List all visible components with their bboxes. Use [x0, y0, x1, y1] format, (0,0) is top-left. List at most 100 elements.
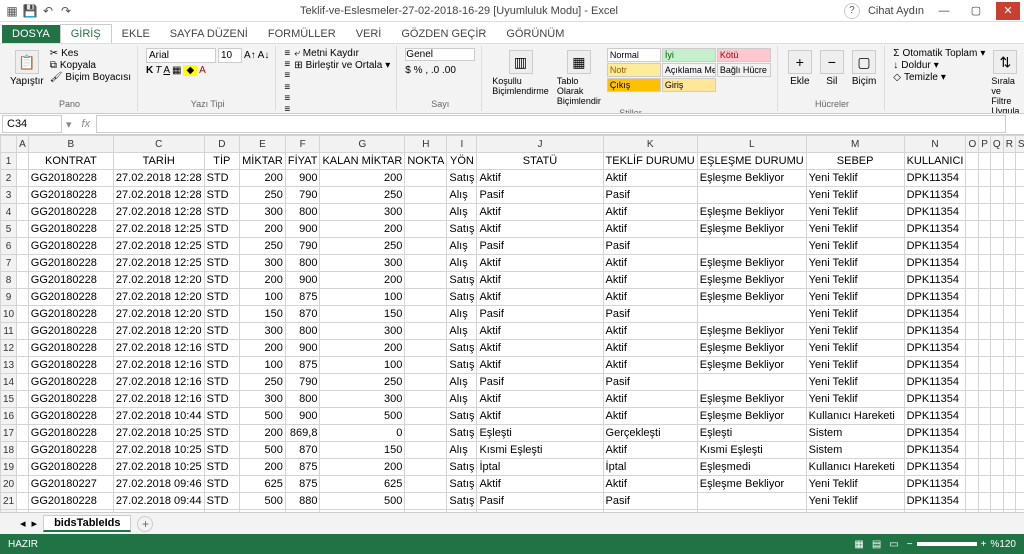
style-explan[interactable]: Açıklama Me... — [662, 63, 716, 77]
cell[interactable]: DPK11354 — [904, 476, 966, 493]
increase-font-icon[interactable]: A↑ — [244, 50, 256, 61]
cell[interactable]: 27.02.2018 12:16 — [113, 340, 204, 357]
cell[interactable]: STD — [204, 187, 240, 204]
cell[interactable]: Eşleşti — [697, 510, 806, 513]
row-header[interactable]: 8 — [1, 272, 17, 289]
row-header[interactable]: 18 — [1, 442, 17, 459]
cell[interactable]: 300 — [240, 255, 286, 272]
cell[interactable]: DPK11354 — [904, 357, 966, 374]
sheet-nav-last-icon[interactable]: ▸ — [32, 517, 38, 530]
cell[interactable]: Pasif — [603, 238, 697, 255]
cell[interactable]: Aktif — [603, 255, 697, 272]
cell[interactable]: GG20180228 — [28, 493, 113, 510]
cell[interactable]: DPK11354 — [904, 510, 966, 513]
cell[interactable]: GG20180228 — [28, 221, 113, 238]
cell[interactable]: Yeni Teklif — [806, 238, 904, 255]
cell[interactable]: MALK — [405, 510, 447, 513]
cell[interactable]: 625 — [320, 476, 405, 493]
cell[interactable]: STD — [204, 510, 240, 513]
cell[interactable]: 27.02.2018 10:25 — [113, 425, 204, 442]
cell[interactable]: 27.02.2018 12:20 — [113, 289, 204, 306]
col-header-F[interactable]: F — [285, 136, 320, 153]
cell[interactable]: GG20180228 — [28, 238, 113, 255]
format-as-table-button[interactable]: ▦Tablo Olarak Biçimlendir — [555, 48, 603, 108]
cell[interactable]: 300 — [320, 323, 405, 340]
cell[interactable] — [405, 425, 447, 442]
col-header-P[interactable]: P — [979, 136, 991, 153]
fx-label[interactable]: fx — [76, 118, 97, 130]
cell[interactable]: DPK11354 — [904, 255, 966, 272]
insert-cells-button[interactable]: +Ekle — [786, 48, 814, 89]
view-normal-icon[interactable]: ▦ — [854, 539, 863, 550]
cell[interactable]: STD — [204, 476, 240, 493]
cell[interactable]: Satış — [447, 408, 477, 425]
dropdown-icon[interactable]: ▾ — [62, 118, 76, 131]
tab-layout[interactable]: SAYFA DÜZENİ — [160, 25, 258, 43]
cell[interactable]: Yeni Teklif — [806, 493, 904, 510]
cell[interactable]: GG20180227N1 — [28, 510, 113, 513]
sheet-nav-first-icon[interactable]: ◂ — [20, 517, 26, 530]
cell[interactable] — [405, 272, 447, 289]
cell[interactable]: 200 — [320, 221, 405, 238]
cell[interactable]: Pasif — [603, 306, 697, 323]
cell[interactable]: Eşleşme Bekliyor — [697, 340, 806, 357]
cell[interactable] — [405, 459, 447, 476]
cell[interactable]: 875 — [285, 289, 320, 306]
cell[interactable]: Yeni Teklif — [806, 221, 904, 238]
cell[interactable]: STD — [204, 408, 240, 425]
style-in[interactable]: Giriş — [662, 78, 716, 92]
cell[interactable]: STD — [204, 323, 240, 340]
cell[interactable]: Aktif — [477, 221, 603, 238]
cell[interactable]: 500 — [320, 408, 405, 425]
cell[interactable]: 27.02.2018 12:25 — [113, 238, 204, 255]
cell[interactable]: Satış — [447, 425, 477, 442]
cell[interactable]: 250 — [240, 187, 286, 204]
data-column-header[interactable]: NOKTA — [405, 153, 447, 170]
clear-button[interactable]: ◇ Temizle ▾ — [893, 72, 985, 83]
cell[interactable]: Aktif — [603, 323, 697, 340]
tab-data[interactable]: VERİ — [346, 25, 392, 43]
merge-center-button[interactable]: ⊞ Birleştir ve Ortala ▾ — [294, 60, 390, 71]
col-header-N[interactable]: N — [904, 136, 966, 153]
cell[interactable]: 27.02.2018 12:16 — [113, 374, 204, 391]
cell[interactable]: 200 — [320, 272, 405, 289]
col-header-Q[interactable]: Q — [990, 136, 1003, 153]
view-break-icon[interactable]: ▭ — [889, 539, 898, 550]
data-column-header[interactable]: FİYAT — [285, 153, 320, 170]
cell[interactable]: 875 — [285, 357, 320, 374]
cell[interactable]: Aktif — [477, 357, 603, 374]
cell[interactable]: Eşleşti — [477, 425, 603, 442]
cell[interactable]: 27.02.2018 09:46 — [113, 476, 204, 493]
name-box[interactable]: C34 — [2, 115, 62, 133]
cell[interactable]: 27.02.2018 12:25 — [113, 255, 204, 272]
cell[interactable]: 150 — [240, 306, 286, 323]
cell[interactable]: 27.02.2018 12:28 — [113, 204, 204, 221]
cell[interactable]: 27.02.2018 12:25 — [113, 221, 204, 238]
cell[interactable]: STD — [204, 306, 240, 323]
cell[interactable]: Yeni Teklif — [806, 187, 904, 204]
cell[interactable]: 150 — [320, 442, 405, 459]
tab-view[interactable]: GÖRÜNÜM — [496, 25, 574, 43]
redo-icon[interactable]: ↷ — [58, 3, 74, 19]
data-column-header[interactable]: TARİH — [113, 153, 204, 170]
cell[interactable]: Satış — [447, 510, 477, 513]
cell[interactable]: GG20180228 — [28, 289, 113, 306]
col-header-A[interactable]: A — [17, 136, 29, 153]
cell[interactable]: Sistem — [806, 510, 904, 513]
cell[interactable]: Yeni Teklif — [806, 357, 904, 374]
cell[interactable]: 250 — [240, 238, 286, 255]
cell[interactable] — [697, 374, 806, 391]
row-header[interactable]: 3 — [1, 187, 17, 204]
style-bad[interactable]: Kötü — [717, 48, 771, 62]
inc-decimal-icon[interactable]: .0 — [431, 65, 439, 76]
cell[interactable]: STD — [204, 391, 240, 408]
cell[interactable]: 27.02.2018 12:28 — [113, 170, 204, 187]
cell[interactable]: Aktif — [603, 442, 697, 459]
bold-button[interactable]: K — [146, 65, 153, 76]
cell[interactable]: Aktif — [477, 408, 603, 425]
cell[interactable]: İptal — [603, 459, 697, 476]
cell[interactable] — [405, 408, 447, 425]
col-header-J[interactable]: J — [477, 136, 603, 153]
data-column-header[interactable]: YÖN — [447, 153, 477, 170]
zoom-out-button[interactable]: − — [907, 539, 913, 550]
